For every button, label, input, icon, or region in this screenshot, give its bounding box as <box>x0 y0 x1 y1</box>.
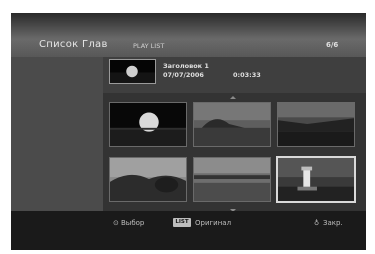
coast-image <box>278 103 354 146</box>
lighthouse-image <box>278 158 354 201</box>
page-subtitle: PLAY LIST <box>133 42 165 50</box>
sun-image <box>110 60 155 83</box>
footer-bar <box>11 211 366 250</box>
page-counter: 6/6 <box>326 41 339 49</box>
thumbnail-bushes[interactable] <box>109 157 187 202</box>
thumbnail-shoreline[interactable] <box>193 157 271 202</box>
select-icon: ⊙ <box>113 219 119 227</box>
page-title: Список Глав <box>39 39 108 50</box>
title-duration: 0:03:33 <box>233 71 261 79</box>
select-label: Выбор <box>121 219 145 227</box>
sun-image <box>110 103 186 146</box>
thumbnail-coast[interactable] <box>277 102 355 147</box>
island-image <box>194 103 270 146</box>
left-panel <box>11 57 103 211</box>
list-button-icon[interactable]: LIST <box>173 218 191 227</box>
thumbnail-island[interactable] <box>193 102 271 147</box>
shoreline-image <box>194 158 270 201</box>
close-icon: ♁ <box>314 219 320 227</box>
title-date: 07/07/2006 <box>163 71 204 79</box>
thumbnail-sun[interactable] <box>109 102 187 147</box>
title-name: Заголовок 1 <box>163 62 209 70</box>
thumbnail-lighthouse-selected[interactable] <box>276 156 356 203</box>
scroll-up-icon[interactable] <box>230 96 236 99</box>
title-thumbnail <box>109 59 156 84</box>
bushes-image <box>110 158 186 201</box>
close-label: Закр. <box>323 219 343 227</box>
list-label: Оригинал <box>195 219 232 227</box>
